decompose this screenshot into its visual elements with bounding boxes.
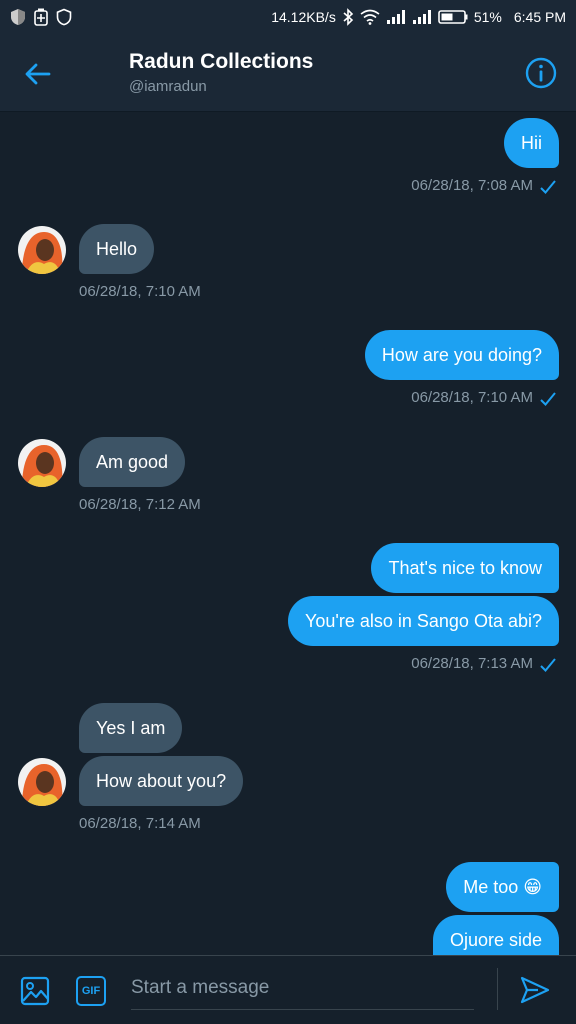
message-input-wrapper (131, 966, 474, 1010)
shield-outline-icon (56, 8, 72, 26)
gif-button[interactable]: GIF (76, 976, 106, 1006)
check-icon (540, 392, 556, 406)
send-icon (520, 976, 550, 1004)
check-icon (540, 180, 556, 194)
send-button[interactable] (520, 976, 552, 1006)
info-icon (525, 57, 557, 89)
avatar[interactable] (18, 226, 66, 274)
avatar[interactable] (18, 439, 66, 487)
status-bar: 14.12KB/s 51% 6:45 PM (0, 0, 576, 34)
back-button[interactable] (20, 56, 56, 92)
sent-message[interactable]: Hii (504, 118, 559, 168)
message-timestamp: 06/28/18, 7:12 AM (79, 496, 201, 513)
message-timestamp: 06/28/18, 7:10 AM (79, 283, 201, 300)
image-icon (20, 976, 50, 1006)
sent-message[interactable]: Ojuore side (432, 915, 559, 955)
message-input[interactable] (131, 966, 474, 1009)
add-image-button[interactable] (20, 976, 50, 1006)
received-message[interactable]: Hello (79, 224, 155, 274)
message-timestamp: 06/28/18, 7:10 AM (411, 389, 533, 406)
wifi-icon (360, 9, 380, 25)
info-button[interactable] (524, 56, 558, 90)
message-timestamp: 06/28/18, 7:08 AM (411, 177, 533, 194)
check-icon (540, 658, 556, 672)
received-message[interactable]: Am good (79, 437, 186, 487)
sent-message[interactable]: You're also in Sango Ota abi? (288, 596, 559, 646)
bluetooth-icon (342, 8, 354, 26)
contact-name: Radun Collections (129, 50, 314, 73)
battery-saver-icon (34, 8, 48, 26)
received-message[interactable]: How about you? (79, 756, 244, 806)
divider (497, 968, 498, 1010)
network-speed: 14.12KB/s (271, 9, 336, 25)
shield-icon (10, 8, 26, 26)
message-timestamp: 06/28/18, 7:14 AM (79, 815, 201, 832)
sent-message[interactable]: How are you doing? (364, 330, 559, 380)
conversation-header: Radun Collections @iamradun (0, 34, 576, 112)
avatar[interactable] (18, 758, 66, 806)
received-message[interactable]: Yes I am (79, 703, 183, 753)
battery-icon (438, 9, 468, 25)
signal-icon (386, 9, 406, 25)
conversation-title-block[interactable]: Radun Collections @iamradun (129, 50, 313, 95)
sent-message[interactable]: Me too 😁 (446, 862, 559, 912)
contact-handle: @iamradun (129, 78, 207, 95)
message-composer: GIF (0, 955, 576, 1024)
sent-message[interactable]: That's nice to know (371, 543, 559, 593)
back-arrow-icon (25, 63, 51, 85)
signal-icon (412, 9, 432, 25)
battery-percent: 51% (473, 9, 502, 25)
gif-icon: GIF (81, 985, 101, 997)
message-timestamp: 06/28/18, 7:13 AM (411, 655, 533, 672)
clock: 6:45 PM (513, 9, 566, 25)
